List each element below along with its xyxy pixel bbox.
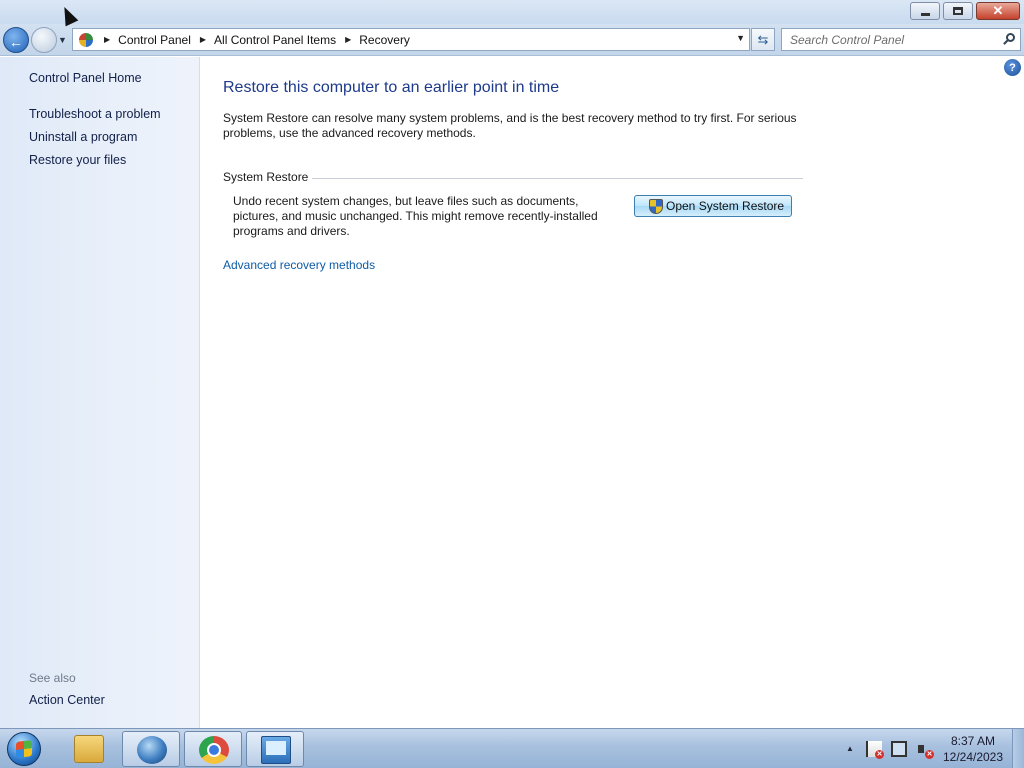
restore-icon	[953, 7, 963, 15]
breadcrumb-control-panel[interactable]: Control Panel	[118, 33, 191, 47]
chrome-icon	[199, 736, 229, 764]
minimize-icon	[920, 12, 930, 16]
breadcrumb-separator-icon[interactable]: ▶	[200, 35, 206, 44]
task-pane: Control Panel Home Troubleshoot a proble…	[0, 57, 200, 728]
control-panel-icon	[261, 736, 291, 764]
search-icon[interactable]	[1003, 33, 1015, 45]
open-system-restore-button[interactable]: Open System Restore	[634, 195, 792, 217]
refresh-button[interactable]: ⇆	[751, 28, 775, 51]
clock-date: 12/24/2023	[942, 750, 1004, 764]
recent-pages-dropdown-icon[interactable]: ▼	[58, 35, 67, 45]
minimize-button[interactable]	[910, 2, 940, 20]
refresh-icon: ⇆	[757, 31, 769, 47]
advanced-recovery-link[interactable]: Advanced recovery methods	[223, 258, 375, 272]
windows-logo-icon	[16, 740, 32, 758]
restore-button[interactable]	[943, 2, 973, 20]
breadcrumb-separator-icon[interactable]: ▶	[345, 35, 351, 44]
system-clock[interactable]: 8:37 AM 12/24/2023	[940, 733, 1006, 765]
breadcrumb-separator-icon[interactable]: ▶	[104, 35, 110, 44]
taskbar-item-control-panel[interactable]	[246, 731, 304, 767]
open-system-restore-label: Open System Restore	[666, 199, 785, 213]
navigation-bar: ← ▼ ▶ Control Panel ▶ All Control Panel …	[0, 24, 1024, 56]
back-arrow-icon: ←	[9, 34, 23, 50]
search-input[interactable]	[790, 32, 1000, 47]
help-icon[interactable]: ?	[1004, 59, 1021, 76]
volume-muted-icon[interactable]: ✕	[916, 741, 934, 759]
sidebar-item-troubleshoot[interactable]: Troubleshoot a problem	[29, 107, 161, 121]
forward-button[interactable]	[31, 27, 57, 53]
section-title: System Restore	[223, 170, 313, 184]
page-title: Restore this computer to an earlier poin…	[223, 79, 560, 96]
breadcrumb-all-control-panel-items[interactable]: All Control Panel Items	[214, 33, 336, 47]
action-center-flag-icon[interactable]: ✕	[866, 741, 884, 759]
control-panel-icon	[77, 32, 95, 48]
show-hidden-icons-icon[interactable]: ▲	[846, 744, 854, 753]
uac-shield-icon	[649, 198, 663, 214]
main-content: ? Restore this computer to an earlier po…	[201, 57, 1024, 728]
folder-icon	[74, 735, 104, 763]
window-title-bar: ✕	[0, 0, 1024, 24]
back-button[interactable]: ←	[3, 27, 29, 53]
window-controls: ✕	[907, 2, 1020, 20]
taskbar: ▲ ✕ ✕ 8:37 AM 12/24/2023	[0, 728, 1024, 768]
breadcrumb-recovery[interactable]: Recovery	[359, 33, 410, 47]
sidebar-item-action-center[interactable]: Action Center	[29, 693, 105, 707]
section-description: Undo recent system changes, but leave fi…	[233, 194, 598, 238]
sidebar-item-uninstall-program[interactable]: Uninstall a program	[29, 130, 137, 144]
close-button[interactable]: ✕	[976, 2, 1020, 20]
search-box[interactable]	[781, 28, 1021, 51]
clock-time: 8:37 AM	[950, 734, 996, 748]
start-button[interactable]	[4, 731, 46, 767]
address-bar[interactable]: ▶ Control Panel ▶ All Control Panel Item…	[72, 28, 750, 51]
taskbar-item-explorer[interactable]	[60, 731, 118, 767]
taskbar-item-system-restore[interactable]	[122, 731, 180, 767]
sidebar-item-control-panel-home[interactable]: Control Panel Home	[29, 71, 142, 85]
sidebar-item-restore-files[interactable]: Restore your files	[29, 153, 126, 167]
address-dropdown-icon[interactable]: ▼	[736, 33, 745, 43]
taskbar-item-chrome[interactable]	[184, 731, 242, 767]
see-also-heading: See also	[29, 671, 76, 685]
network-icon[interactable]	[891, 741, 907, 757]
show-desktop-button[interactable]	[1012, 729, 1024, 768]
close-icon: ✕	[992, 3, 1004, 18]
intro-text: System Restore can resolve many system p…	[223, 111, 797, 140]
system-restore-icon	[137, 736, 167, 764]
